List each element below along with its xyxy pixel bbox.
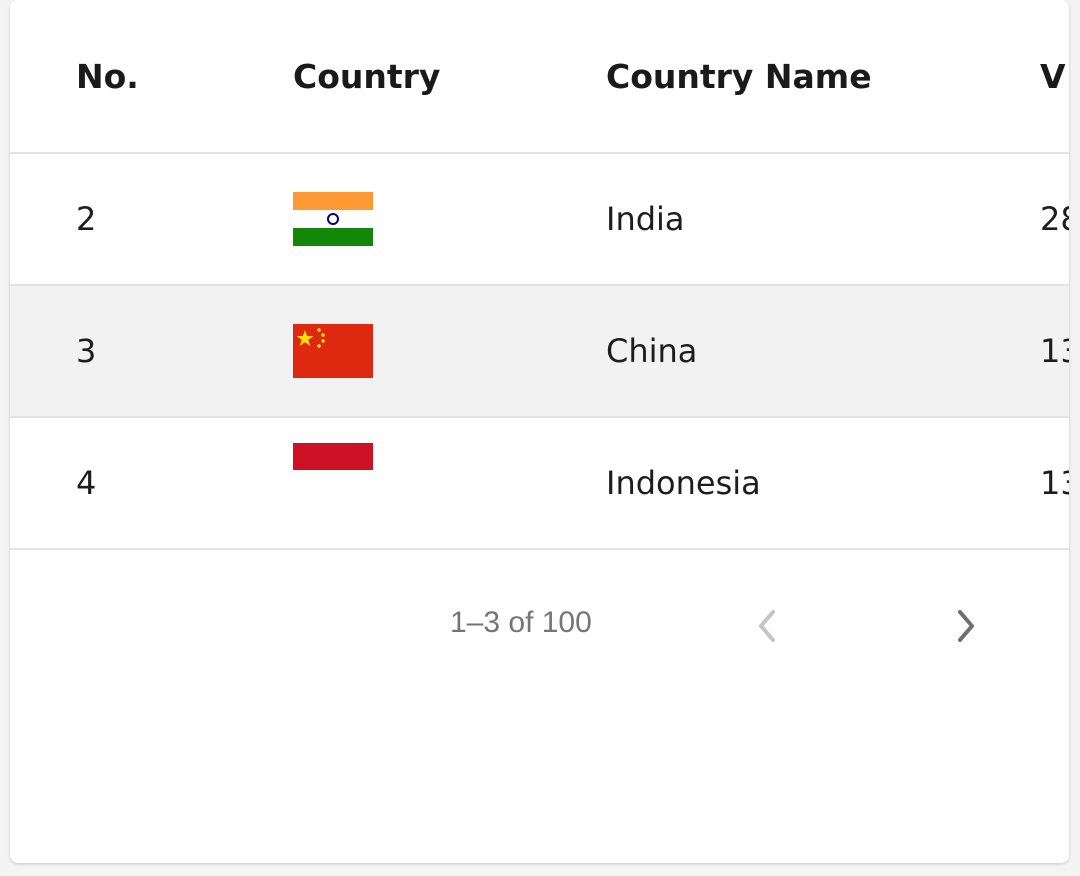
table-pagination: 1–3 of 100	[10, 550, 1069, 704]
header-country-name[interactable]: Country Name	[606, 0, 872, 152]
chevron-left-icon	[759, 610, 775, 642]
country-name: India	[606, 200, 685, 238]
next-page-button[interactable]	[945, 606, 985, 646]
table-row[interactable]: 3 China 13	[10, 286, 1069, 418]
country-value: 13	[1040, 332, 1069, 370]
pagination-range-label: 1–3 of 100	[450, 606, 592, 639]
country-flag-cell	[293, 154, 373, 284]
china-flag-icon	[293, 324, 373, 378]
row-number: 2	[76, 200, 97, 238]
india-flag-icon	[293, 192, 373, 246]
previous-page-button[interactable]	[748, 606, 788, 646]
country-name: China	[606, 332, 698, 370]
data-table-card: No. Country Country Name V 2 India 28 3	[10, 0, 1069, 863]
table-row[interactable]: 2 India 28	[10, 154, 1069, 286]
row-number: 4	[76, 464, 97, 502]
header-no[interactable]: No.	[76, 0, 139, 152]
row-number: 3	[76, 332, 97, 370]
country-flag-cell	[293, 286, 373, 416]
chevron-right-icon	[958, 610, 974, 642]
country-flag-cell	[293, 418, 373, 548]
country-value: 13	[1040, 464, 1069, 502]
country-value: 28	[1040, 200, 1069, 238]
header-country[interactable]: Country	[293, 0, 440, 152]
indonesia-flag-icon	[293, 443, 373, 497]
table-row[interactable]: 4 Indonesia 13	[10, 418, 1069, 550]
table-header-row: No. Country Country Name V	[10, 0, 1069, 154]
country-name: Indonesia	[606, 464, 761, 502]
header-value[interactable]: V	[1040, 0, 1066, 152]
